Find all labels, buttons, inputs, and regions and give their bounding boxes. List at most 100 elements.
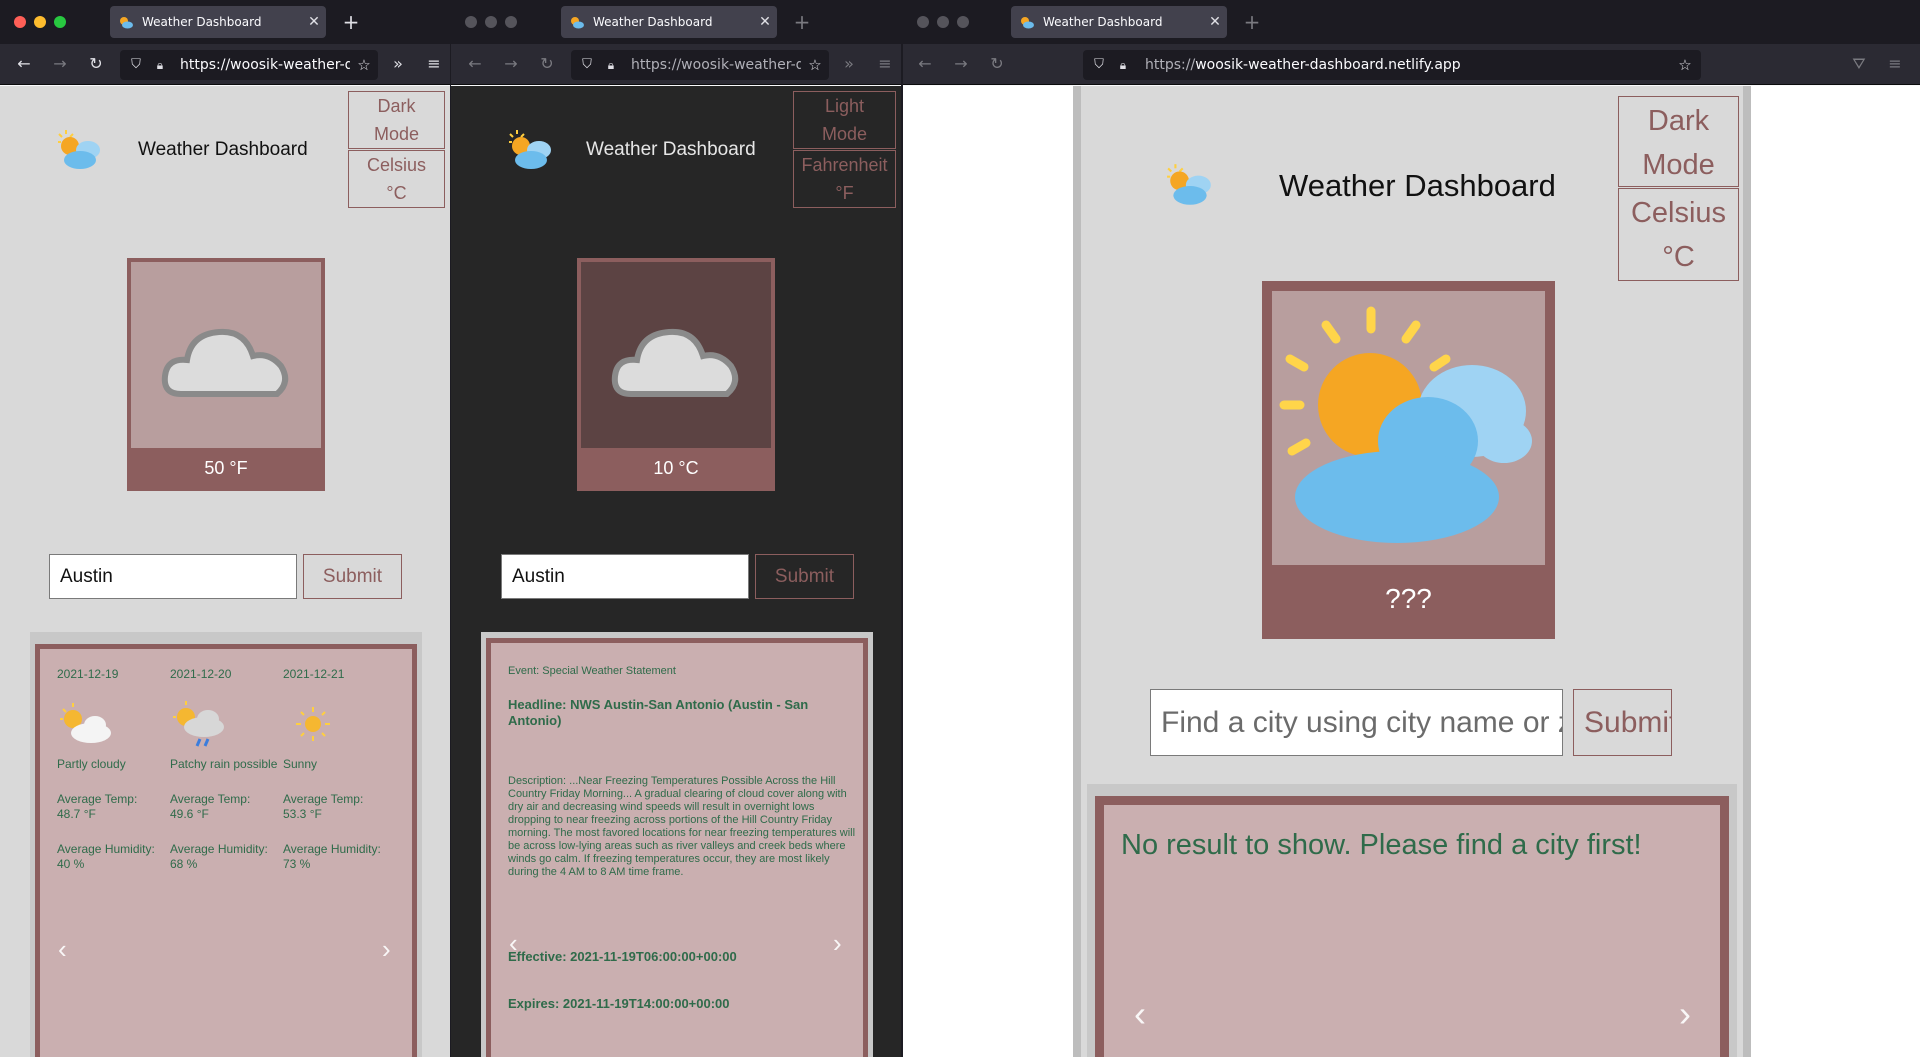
avg-temp-value: 53.3 °F [283,807,322,821]
minimize-window-button[interactable] [485,16,497,28]
minimize-window-button[interactable] [937,16,949,28]
url-domain: woosik-weather-dashboard.netlify.app [1195,57,1461,73]
forward-icon[interactable]: → [499,52,523,76]
window-controls [917,16,969,28]
patchy-rain-icon [170,699,230,749]
page-content: Weather Dashboard Dark Mode Celsius °C ?… [903,86,1920,1057]
results-carousel: No result to show. Please find a city fi… [1095,796,1729,1057]
maximize-window-button[interactable] [54,16,66,28]
avg-humidity-label: Average Humidity: [57,842,155,856]
partly-cloudy-icon [57,699,117,749]
submit-button[interactable]: Submit [1573,689,1672,756]
tab-bar: Weather Dashboard ✕ + [0,0,450,44]
carousel-next-icon[interactable]: › [1679,993,1691,1035]
reload-icon[interactable]: ↻ [985,52,1009,76]
forward-icon[interactable]: → [48,52,72,76]
submit-button[interactable]: Submit [303,554,402,599]
shield-icon[interactable]: ⛉ [1087,53,1111,77]
carousel-prev-icon[interactable]: ‹ [58,934,67,965]
close-tab-icon[interactable]: ✕ [302,14,326,30]
menu-icon[interactable]: ≡ [873,52,897,76]
shield-icon[interactable]: ⛉ [124,53,148,77]
forecast-day: 2021-12-20 Patchy rain possible Average … [170,667,282,872]
maximize-window-button[interactable] [505,16,517,28]
new-tab-icon[interactable]: + [1240,10,1264,34]
lock-icon[interactable]: 🔒︎ [599,53,623,77]
page-content: Weather Dashboard Light Mode Fahrenheit … [451,86,901,1057]
minimize-window-button[interactable] [34,16,46,28]
overflow-chevron-icon[interactable]: » [386,52,410,76]
avg-temp-label: Average Temp: [170,792,251,806]
forward-icon[interactable]: → [949,52,973,76]
alert-event: Event: Special Weather Statement [508,665,676,677]
app-title: Weather Dashboard [1279,168,1556,203]
reload-icon[interactable]: ↻ [84,52,108,76]
browser-tab[interactable]: Weather Dashboard ✕ [1011,6,1227,38]
forecast-condition: Patchy rain possible [170,757,278,771]
theme-toggle-button[interactable]: Dark Mode [348,91,445,149]
unit-toggle-line2: °C [386,183,407,203]
bookmark-star-icon[interactable]: ☆ [1673,53,1697,77]
menu-icon[interactable]: ≡ [1883,52,1907,76]
theme-toggle-line1: Dark [377,96,416,116]
lock-icon[interactable]: 🔒︎ [148,53,172,77]
url-bar[interactable]: ⛉ 🔒︎ https://woosik-weather-dashboard.ne… [1083,50,1701,80]
carousel-prev-icon[interactable]: ‹ [509,928,518,959]
current-weather-card: 50 °F [127,258,325,491]
carousel-next-icon[interactable]: › [382,934,391,965]
unit-toggle-button[interactable]: Fahrenheit °F [793,150,896,208]
url-text: https://woosik-weather-dashboard.netlify… [1145,57,1645,73]
browser-window-wide: Weather Dashboard ✕ + ← → ↻ ⛉ 🔒︎ https:/… [903,0,1920,1057]
close-tab-icon[interactable]: ✕ [753,14,777,30]
carousel-next-icon[interactable]: › [833,928,842,959]
back-icon[interactable]: ← [12,52,36,76]
forecast-day: 2021-12-19 Partly cloudy Average Temp: 4… [57,667,169,872]
nav-bar: ← → ↻ ⛉ 🔒︎ https://woosik-weather-d ☆ » … [451,44,901,85]
reload-icon[interactable]: ↻ [535,52,559,76]
city-search-input[interactable] [501,554,749,599]
nav-bar: ← → ↻ ⛉ 🔒︎ https://woosik-weather-d ☆ » … [0,44,450,85]
close-window-button[interactable] [917,16,929,28]
tab-bar: Weather Dashboard ✕ + [903,0,1920,44]
avg-humidity-value: 40 % [57,857,85,871]
new-tab-icon[interactable]: + [790,10,814,34]
alert-effective: Effective: 2021-11-19T06:00:00+00:00 [508,949,737,964]
maximize-window-button[interactable] [957,16,969,28]
browser-window-light: Weather Dashboard ✕ + ← → ↻ ⛉ 🔒︎ https:/… [0,0,450,1057]
submit-button[interactable]: Submit [755,554,854,599]
shield-icon[interactable]: ⛉ [575,53,599,77]
close-window-button[interactable] [465,16,477,28]
url-bar[interactable]: ⛉ 🔒︎ https://woosik-weather-d ☆ [120,50,378,80]
back-icon[interactable]: ← [463,52,487,76]
close-window-button[interactable] [14,16,26,28]
overflow-chevron-icon[interactable]: » [837,52,861,76]
avg-humidity-value: 73 % [283,857,311,871]
city-search-input[interactable] [1150,689,1563,756]
new-tab-icon[interactable]: + [339,10,363,34]
unit-toggle-line2: °F [835,183,854,203]
theme-toggle-line1: Dark [1647,105,1710,137]
unit-toggle-button[interactable]: Celsius °C [1618,188,1739,281]
bookmark-star-icon[interactable]: ☆ [803,53,827,77]
theme-toggle-line2: Mode [373,124,420,144]
menu-icon[interactable]: ≡ [422,52,446,76]
lock-icon[interactable]: 🔒︎ [1111,53,1135,77]
url-bar[interactable]: ⛉ 🔒︎ https://woosik-weather-d ☆ [571,50,829,80]
cloud-icon [161,312,291,407]
city-search-input[interactable] [49,554,297,599]
url-text: https://woosik-weather-d [631,57,801,73]
weather-favicon-icon [1019,14,1035,30]
browser-tab[interactable]: Weather Dashboard ✕ [561,6,777,38]
pocket-icon[interactable]: ⛛ [1847,52,1871,76]
theme-toggle-button[interactable]: Light Mode [793,91,896,149]
empty-results-message: No result to show. Please find a city fi… [1121,829,1642,861]
theme-toggle-button[interactable]: Dark Mode [1618,96,1739,187]
browser-tab[interactable]: Weather Dashboard ✕ [110,6,326,38]
bookmark-star-icon[interactable]: ☆ [352,53,376,77]
back-icon[interactable]: ← [913,52,937,76]
close-tab-icon[interactable]: ✕ [1203,14,1227,30]
carousel-prev-icon[interactable]: ‹ [1134,993,1146,1035]
avg-temp-value: 49.6 °F [170,807,209,821]
unit-toggle-line2: °C [1662,241,1695,273]
unit-toggle-button[interactable]: Celsius °C [348,150,445,208]
